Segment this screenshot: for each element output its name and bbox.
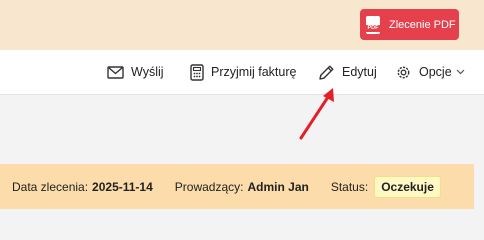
accept-invoice-button[interactable]: Przyjmij fakturę xyxy=(190,63,296,81)
pdf-icon-tag: PDF xyxy=(364,24,382,32)
send-button[interactable]: Wyślij xyxy=(107,63,164,81)
edit-label: Edytuj xyxy=(342,65,377,79)
gear-icon xyxy=(397,66,410,78)
envelope-icon xyxy=(107,65,124,79)
order-date-value: 2025-11-14 xyxy=(92,179,153,194)
send-label: Wyślij xyxy=(131,65,164,79)
options-label: Opcje xyxy=(419,65,452,79)
manager-value: Admin Jan xyxy=(247,179,309,194)
order-status-bar: Data zlecenia: 2025-11-14 Prowadzący: Ad… xyxy=(0,164,484,209)
pdf-file-icon: PDF xyxy=(364,15,382,34)
top-header: PDF Zlecenie PDF xyxy=(0,0,484,50)
edit-button[interactable]: Edytuj xyxy=(318,63,377,81)
red-arrow-annotation xyxy=(299,88,334,140)
manager-label: Prowadzący: xyxy=(174,179,244,194)
options-dropdown[interactable]: Opcje xyxy=(395,63,465,81)
status-bar-edge xyxy=(474,164,484,209)
order-pdf-label: Zlecenie PDF xyxy=(389,18,456,31)
chevron-down-icon xyxy=(456,69,465,75)
pencil-icon xyxy=(319,65,334,80)
status-label: Status: xyxy=(330,179,369,194)
order-pdf-button[interactable]: PDF Zlecenie PDF xyxy=(360,9,459,40)
calculator-icon xyxy=(190,63,204,81)
order-date-label: Data zlecenia: xyxy=(12,179,89,194)
status-badge: Oczekuje xyxy=(374,175,441,198)
accept-invoice-label: Przyjmij fakturę xyxy=(211,65,297,79)
action-toolbar: Wyślij Przyjmij fakturę Edytuj Opcje xyxy=(0,50,484,95)
